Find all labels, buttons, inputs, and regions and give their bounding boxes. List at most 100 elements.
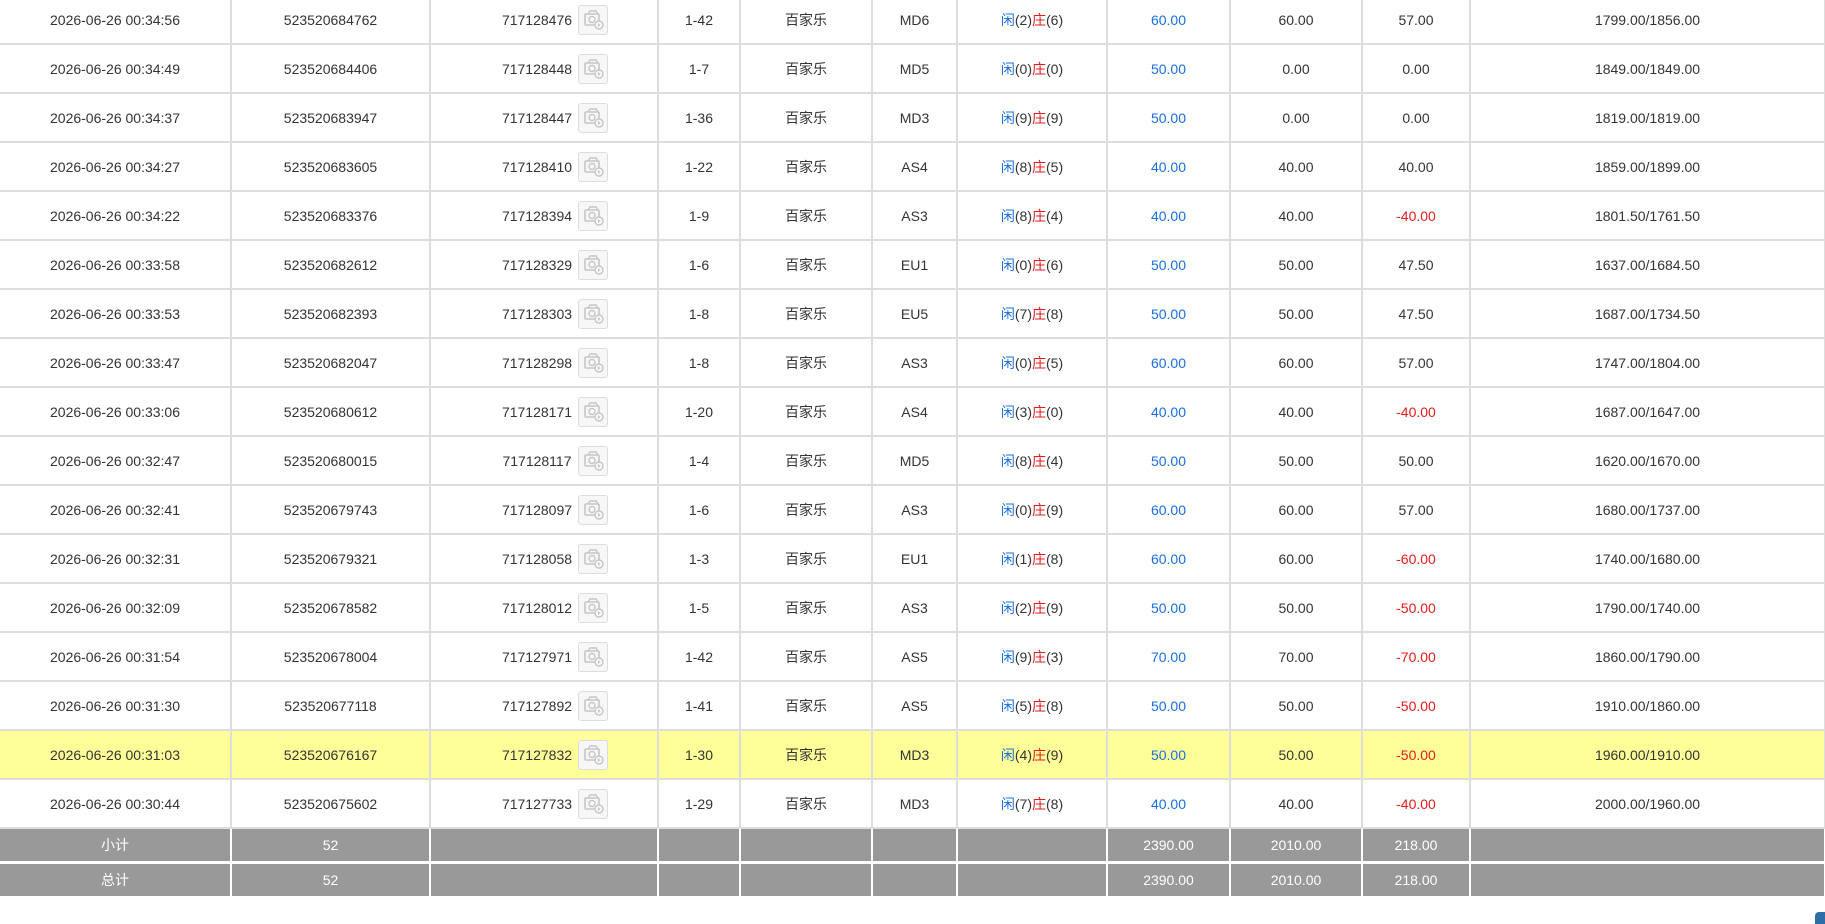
game-id: 717128303 <box>501 305 573 322</box>
total-label: 总计 <box>0 862 232 899</box>
table-row: 2026-06-26 00:34:49 523520684406 717128448… <box>0 44 1825 94</box>
banker-points: (9) <box>1046 109 1064 126</box>
valid-bet: 70.00 <box>1230 632 1363 682</box>
video-replay-icon[interactable] <box>578 788 609 819</box>
valid-bet: 50.00 <box>1230 583 1363 633</box>
banker-points: (0) <box>1046 403 1064 420</box>
bet-time: 2026-06-26 00:33:53 <box>0 289 232 339</box>
empty-cell <box>1470 828 1825 864</box>
win-loss: -40.00 <box>1362 191 1471 241</box>
game-result: 闲(2)庄(6) <box>957 0 1108 45</box>
bet-time: 2026-06-26 00:31:54 <box>0 632 232 682</box>
player-points: (7) <box>1014 795 1032 812</box>
video-replay-icon[interactable] <box>578 641 609 672</box>
banker-points: (9) <box>1046 746 1064 763</box>
shoe-round: 1-9 <box>658 191 741 241</box>
banker-points: (4) <box>1046 452 1064 469</box>
banker-points: (3) <box>1046 648 1064 665</box>
subtotal-valid-bet: 2010.00 <box>1230 828 1363 864</box>
bet-amount: 40.00 <box>1107 142 1231 192</box>
player-label: 闲 <box>1000 305 1015 322</box>
shoe-round: 1-22 <box>658 142 741 192</box>
player-points: (0) <box>1014 60 1032 77</box>
shoe-round: 1-20 <box>658 387 741 437</box>
bet-id: 523520682047 <box>231 338 431 388</box>
video-replay-icon[interactable] <box>578 347 609 378</box>
video-replay-icon[interactable] <box>578 543 609 574</box>
table-code: AS4 <box>872 387 958 437</box>
bet-id: 523520679321 <box>231 534 431 584</box>
player-points: (4) <box>1014 746 1032 763</box>
video-replay-icon[interactable] <box>578 4 609 35</box>
video-replay-icon[interactable] <box>578 739 609 770</box>
valid-bet: 50.00 <box>1230 240 1363 290</box>
balance-before-after: 1637.00/1684.50 <box>1470 240 1825 290</box>
video-replay-icon[interactable] <box>578 298 609 329</box>
scroll-to-top-button[interactable] <box>1815 912 1825 924</box>
summary-body: 小计 52 2390.00 2010.00 218.00 总计 52 2390.… <box>0 828 1825 899</box>
valid-bet: 60.00 <box>1230 485 1363 535</box>
player-label: 闲 <box>1000 452 1015 469</box>
bet-time: 2026-06-26 00:32:31 <box>0 534 232 584</box>
game-type: 百家乐 <box>740 289 873 339</box>
banker-points: (5) <box>1046 354 1064 371</box>
video-replay-icon[interactable] <box>578 249 609 280</box>
game-id-cell: 717128303 <box>430 289 659 339</box>
win-loss: 57.00 <box>1362 485 1471 535</box>
banker-label: 庄 <box>1032 452 1046 469</box>
table-row: 2026-06-26 00:34:37 523520683947 717128447… <box>0 93 1825 143</box>
video-replay-icon[interactable] <box>577 445 608 476</box>
banker-label: 庄 <box>1032 550 1046 567</box>
shoe-round: 1-30 <box>658 730 741 780</box>
bet-time: 2026-06-26 00:34:37 <box>0 93 232 143</box>
bet-time: 2026-06-26 00:30:44 <box>0 779 232 829</box>
player-label: 闲 <box>1000 109 1015 126</box>
bet-time: 2026-06-26 00:32:41 <box>0 485 232 535</box>
player-label: 闲 <box>1000 550 1015 567</box>
video-replay-icon[interactable] <box>578 53 609 84</box>
banker-points: (9) <box>1046 599 1064 616</box>
player-points: (1) <box>1014 550 1032 567</box>
game-id-cell: 717128448 <box>430 44 659 94</box>
video-replay-icon[interactable] <box>578 102 609 133</box>
shoe-round: 1-3 <box>658 534 741 584</box>
banker-label: 庄 <box>1032 158 1046 175</box>
banker-points: (0) <box>1046 60 1064 77</box>
bet-amount: 50.00 <box>1107 44 1231 94</box>
video-replay-icon[interactable] <box>578 592 609 623</box>
game-result: 闲(0)庄(6) <box>957 240 1108 290</box>
video-replay-icon[interactable] <box>578 494 609 525</box>
banker-label: 庄 <box>1032 746 1046 763</box>
player-points: (3) <box>1014 403 1032 420</box>
balance-before-after: 1860.00/1790.00 <box>1470 632 1825 682</box>
game-type: 百家乐 <box>740 93 873 143</box>
game-result: 闲(8)庄(5) <box>957 142 1108 192</box>
player-label: 闲 <box>1000 795 1015 812</box>
empty-cell <box>430 862 659 899</box>
banker-points: (8) <box>1046 697 1064 714</box>
bet-amount: 40.00 <box>1107 191 1231 241</box>
player-label: 闲 <box>1000 11 1015 28</box>
balance-before-after: 1799.00/1856.00 <box>1470 0 1825 45</box>
bet-amount: 40.00 <box>1107 387 1231 437</box>
valid-bet: 40.00 <box>1230 779 1363 829</box>
valid-bet: 60.00 <box>1230 0 1363 45</box>
player-points: (0) <box>1014 256 1032 273</box>
player-points: (9) <box>1014 648 1032 665</box>
game-id: 717128171 <box>501 403 573 420</box>
empty-cell <box>872 862 958 899</box>
video-replay-icon[interactable] <box>578 690 609 721</box>
banker-label: 庄 <box>1032 648 1046 665</box>
game-type: 百家乐 <box>740 534 873 584</box>
game-result: 闲(9)庄(9) <box>957 93 1108 143</box>
table-code: EU1 <box>872 534 958 584</box>
video-replay-icon[interactable] <box>578 200 609 231</box>
video-replay-icon[interactable] <box>578 396 609 427</box>
balance-before-after: 1960.00/1910.00 <box>1470 730 1825 780</box>
table-row: 2026-06-26 00:32:47 523520680015 717128117… <box>0 436 1825 486</box>
win-loss: 47.50 <box>1362 240 1471 290</box>
player-label: 闲 <box>1000 648 1015 665</box>
game-result: 闲(9)庄(3) <box>957 632 1108 682</box>
player-label: 闲 <box>1000 354 1015 371</box>
video-replay-icon[interactable] <box>578 151 609 182</box>
